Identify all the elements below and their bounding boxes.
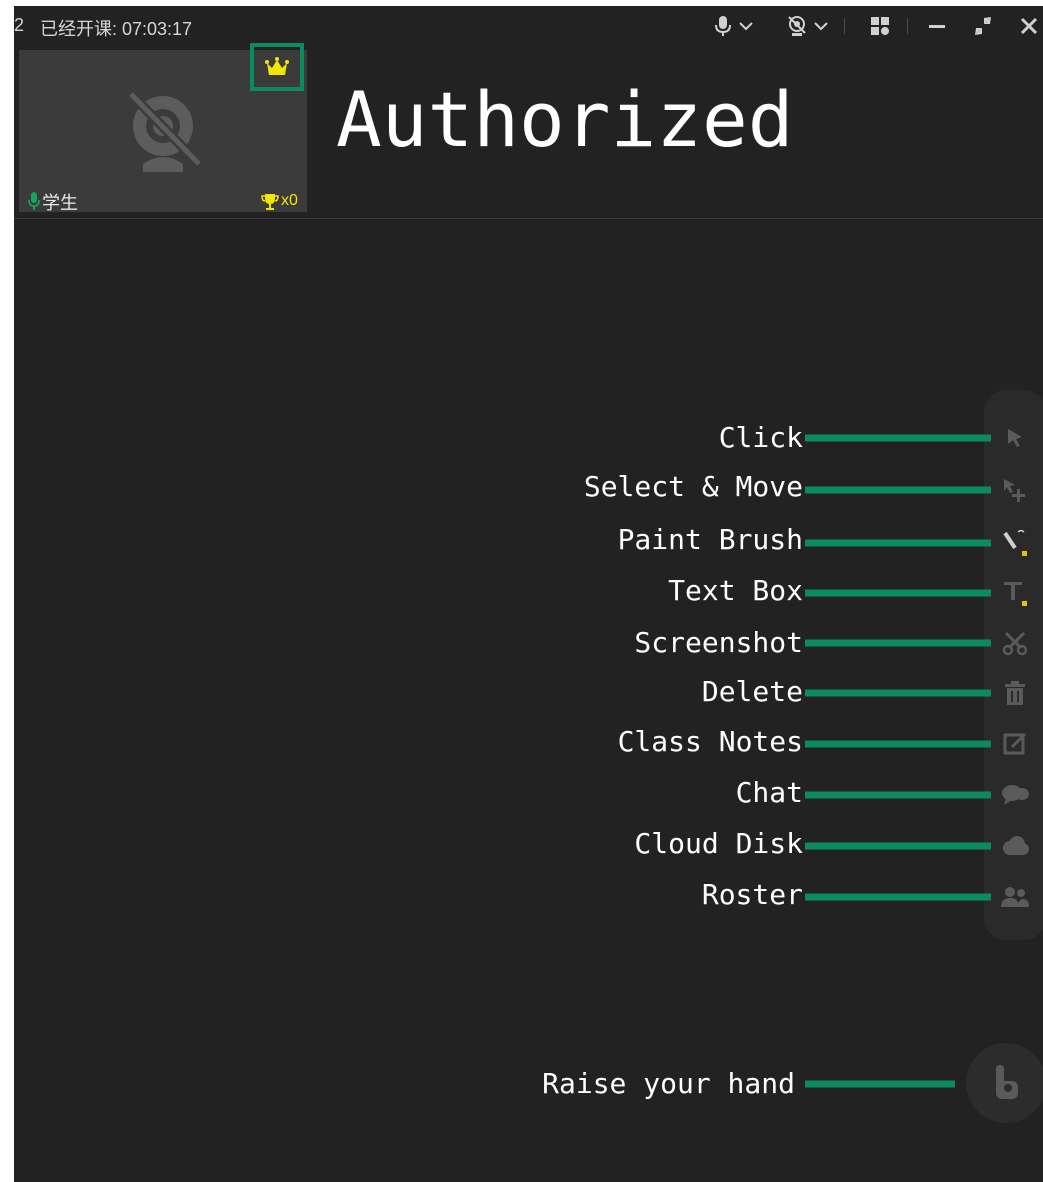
tool-cloud-disk-button[interactable]	[1000, 831, 1030, 861]
tool-chat-button[interactable]	[1000, 780, 1030, 810]
microphone-icon	[28, 192, 40, 210]
microphone-dropdown[interactable]	[714, 14, 754, 38]
paint-brush-icon	[1003, 529, 1027, 556]
raise-hand-icon	[996, 1065, 1018, 1099]
tool-label-class-notes: Class Notes	[617, 725, 803, 758]
annotation-leader-line	[805, 791, 991, 799]
class-elapsed-time: 已经开课: 07:03:17	[40, 19, 193, 39]
exit-fullscreen-button[interactable]	[974, 14, 992, 38]
camera-off-icon	[127, 90, 203, 172]
classroom-window: 2 已经开课: 07:03:17 学生 x0 Authorized Click …	[14, 6, 1043, 1182]
camera-dropdown[interactable]	[787, 14, 829, 38]
tool-label-chat: Chat	[735, 776, 803, 809]
authorized-heading: Authorized	[336, 75, 794, 164]
tool-delete-button[interactable]	[1000, 678, 1030, 708]
minimize-button[interactable]	[928, 14, 946, 38]
tool-label-screenshot: Screenshot	[634, 626, 803, 659]
camera-off-icon	[788, 16, 806, 36]
tool-label-delete: Delete	[701, 675, 803, 708]
header-divider	[14, 218, 1043, 219]
tool-label-paint-brush: Paint Brush	[617, 523, 803, 556]
minimize-icon	[929, 25, 945, 28]
tool-label-roster: Roster	[701, 878, 803, 911]
trash-icon	[1005, 681, 1025, 705]
tool-text-box-button[interactable]	[1000, 578, 1030, 608]
tool-label-select-move: Select & Move	[583, 470, 803, 503]
trophy-icon	[261, 194, 279, 210]
annotation-leader-line	[805, 434, 991, 442]
tool-click-button[interactable]	[1000, 423, 1030, 453]
title-bar: 2 已经开课: 07:03:17	[14, 6, 1043, 44]
tool-label-text-box: Text Box	[668, 574, 803, 607]
people-icon	[1001, 887, 1029, 907]
annotation-leader-line	[805, 486, 991, 494]
raise-hand-button[interactable]	[966, 1043, 1043, 1123]
annotation-leader-line	[805, 539, 991, 547]
edit-note-icon	[1003, 732, 1027, 755]
toolbar-separator	[907, 18, 908, 34]
chevron-down-icon	[739, 22, 753, 31]
grid-layout-icon	[871, 17, 889, 35]
microphone-icon	[715, 16, 731, 36]
annotation-leader-line	[805, 893, 991, 901]
chat-icon	[1002, 785, 1029, 805]
exit-fullscreen-icon	[975, 17, 991, 35]
annotation-leader-line	[805, 589, 991, 597]
class-number: 2	[14, 15, 25, 35]
layout-button[interactable]	[870, 14, 890, 38]
tool-screenshot-button[interactable]	[1000, 628, 1030, 658]
tool-roster-button[interactable]	[1000, 882, 1030, 912]
annotation-leader-line	[805, 689, 991, 697]
tool-paint-brush-button[interactable]	[1000, 528, 1030, 558]
close-icon	[1020, 17, 1038, 35]
chevron-down-icon	[814, 22, 828, 31]
tool-label-cloud-disk: Cloud Disk	[634, 827, 803, 860]
pointer-icon	[1008, 429, 1022, 447]
annotation-leader-line	[805, 1080, 955, 1088]
close-button[interactable]	[1020, 14, 1038, 38]
annotation-leader-line	[805, 740, 991, 748]
trophy-count: x0	[281, 192, 298, 209]
text-box-icon	[1004, 582, 1027, 606]
authorized-crown-highlight	[250, 43, 304, 91]
select-move-icon	[1004, 479, 1025, 502]
cloud-icon	[1003, 836, 1029, 855]
tool-label-click: Click	[718, 421, 803, 454]
annotation-leader-line	[805, 639, 991, 647]
annotation-leader-line	[805, 842, 991, 850]
student-name: 学生	[42, 193, 78, 213]
crown-icon	[265, 57, 289, 75]
tool-select-move-button[interactable]	[1000, 475, 1030, 505]
scissors-icon	[1002, 631, 1028, 656]
toolbar-separator	[844, 18, 845, 34]
raise-hand-label: Raise your hand	[542, 1067, 795, 1100]
tool-class-notes-button[interactable]	[1000, 729, 1030, 759]
